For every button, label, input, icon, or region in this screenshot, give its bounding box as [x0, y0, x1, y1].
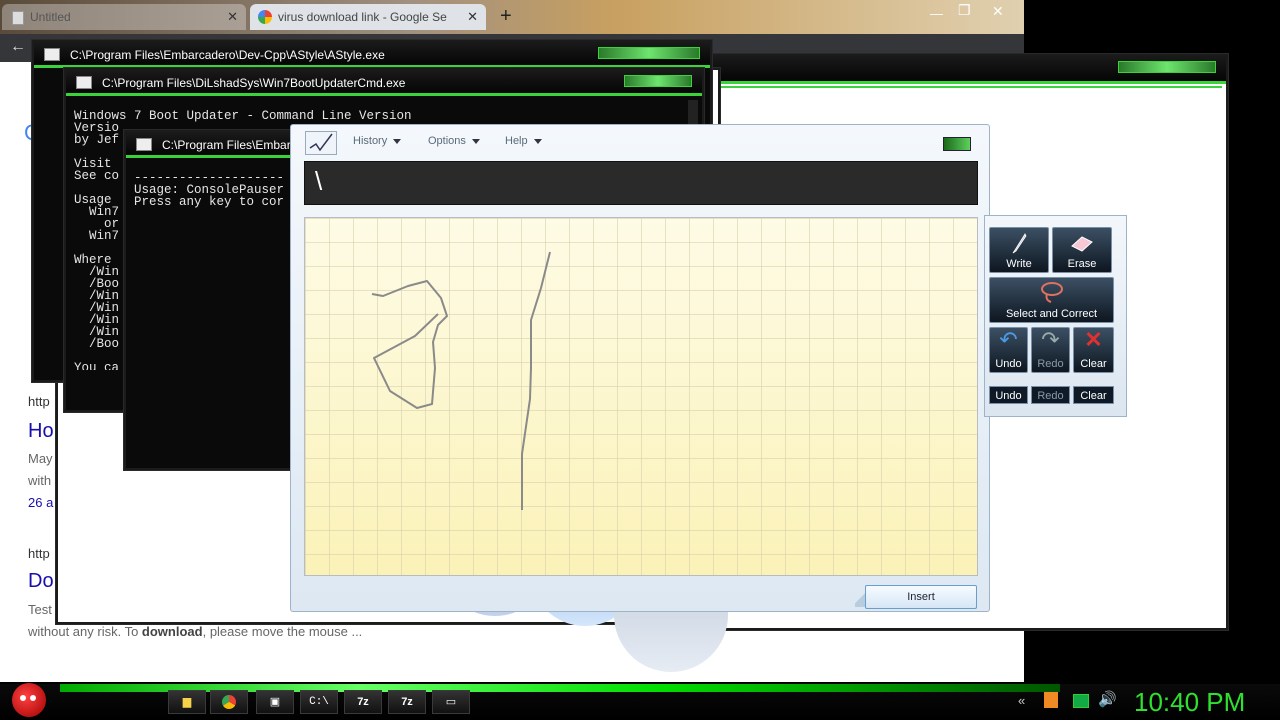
redo-button[interactable]: ↷ Redo — [1031, 327, 1070, 373]
window-controls[interactable] — [624, 75, 692, 87]
start-button-angry-bird-icon[interactable] — [12, 683, 46, 717]
result-title[interactable]: Ho — [28, 420, 54, 443]
7z-icon: 7z — [357, 696, 369, 708]
desc-text: , please move the mouse ... — [202, 624, 363, 639]
console-icon: C:\ — [309, 696, 329, 708]
tablet-input-panel: History Options Help \ Insert — [290, 124, 990, 612]
redo-icon: ↷ — [1041, 327, 1060, 352]
taskbar-7zip-2[interactable]: 7z — [388, 690, 426, 714]
result-desc: without any risk. To download, please mo… — [28, 624, 362, 639]
close-panel-button[interactable] — [943, 137, 971, 151]
new-tab-button[interactable]: + — [500, 5, 512, 28]
menu-history[interactable]: History — [353, 135, 402, 147]
result-meta: with — [28, 473, 52, 488]
undo-icon: ↶ — [999, 327, 1018, 352]
taskbar-explorer[interactable]: ▆ — [168, 690, 206, 714]
write-label: Write — [1006, 258, 1032, 270]
handwriting-icon[interactable] — [305, 131, 337, 155]
window-controls[interactable] — [598, 47, 700, 59]
writing-pad[interactable] — [304, 217, 978, 576]
menu-label: History — [353, 135, 388, 147]
minimize-icon[interactable]: — — [930, 6, 943, 21]
back-icon[interactable]: ← — [10, 38, 26, 56]
result-meta: May — [28, 451, 53, 466]
taskbar-remote[interactable]: ▣ — [256, 690, 294, 714]
close-window-icon[interactable]: ✕ — [992, 3, 1004, 20]
clear-x-icon: ✕ — [1084, 327, 1103, 352]
window-icon: ▭ — [445, 696, 457, 708]
recognition-preview[interactable]: \ — [304, 161, 978, 205]
pen-icon — [1012, 233, 1027, 254]
redo-label: Redo — [1037, 358, 1064, 370]
small-redo-button[interactable]: Redo — [1031, 386, 1070, 404]
taskbar-cmd[interactable]: C:\ — [300, 690, 338, 714]
small-undo-button[interactable]: Undo — [989, 386, 1028, 404]
chrome-icon — [211, 691, 247, 713]
google-icon — [258, 10, 272, 24]
chevron-down-icon — [533, 138, 542, 144]
window-titlebar — [702, 56, 1226, 84]
console-icon — [44, 48, 60, 61]
taskbar-7zip[interactable]: 7z — [344, 690, 382, 714]
result-url[interactable]: http — [28, 394, 50, 409]
chrome-tab-bar: Untitled ✕ virus download link - Google … — [0, 0, 1024, 34]
7z-icon: 7z — [401, 696, 413, 708]
undo-label: Undo — [995, 358, 1022, 370]
chevron-down-icon — [471, 138, 480, 144]
menu-label: Options — [428, 135, 466, 147]
tray-battery-icon[interactable] — [1073, 694, 1089, 708]
restore-icon[interactable]: ❐ — [958, 2, 971, 19]
page-icon — [12, 11, 24, 25]
clear-label: Clear — [1080, 358, 1107, 370]
close-icon[interactable]: ✕ — [227, 4, 238, 30]
taskbar-window[interactable]: ▭ — [432, 690, 470, 714]
select-and-correct-button[interactable]: Select and Correct — [989, 277, 1114, 323]
erase-button[interactable]: Erase — [1052, 227, 1112, 273]
chevron-down-icon — [393, 138, 402, 144]
desc-text: without any risk. To — [28, 624, 142, 639]
preview-text: \ — [315, 166, 323, 196]
undo-button[interactable]: ↶ Undo — [989, 327, 1028, 373]
select-correct-label: Select and Correct — [1005, 308, 1098, 320]
tab-google-search[interactable]: virus download link - Google Se ✕ — [250, 4, 486, 30]
menu-help[interactable]: Help — [505, 135, 542, 147]
tool-panel: Write Erase Select and Correct ↶ Undo ↷ … — [984, 215, 1127, 417]
close-icon[interactable]: ✕ — [467, 4, 478, 30]
volume-icon[interactable]: 🔊 — [1098, 690, 1117, 708]
clear-button[interactable]: ✕ Clear — [1073, 327, 1114, 373]
window-titlebar: C:\Program Files\Embarcadero\Dev-Cpp\ASt… — [34, 42, 710, 68]
tab-title: virus download link - Google Se — [278, 10, 447, 24]
tray-chevron-icon[interactable]: « — [1018, 693, 1025, 708]
result-desc: Test — [28, 602, 52, 617]
lasso-icon — [1040, 282, 1063, 303]
taskbar-chrome[interactable] — [210, 690, 248, 714]
taskbar-clock[interactable]: 10:40 PM — [1134, 684, 1274, 720]
write-button[interactable]: Write — [989, 227, 1049, 273]
console-icon — [76, 76, 92, 89]
tab-untitled[interactable]: Untitled ✕ — [2, 4, 246, 30]
window-title: C:\Program Files\DiLshadSys\Win7BootUpda… — [102, 76, 406, 90]
folder-icon: ▆ — [182, 696, 192, 708]
window-title: C:\Program Files\Embarcadero\Dev-Cpp\ASt… — [70, 48, 385, 62]
eraser-icon — [1071, 236, 1093, 252]
erase-label: Erase — [1067, 258, 1097, 270]
result-meta: 26 a — [28, 495, 54, 510]
result-title[interactable]: Do — [28, 570, 54, 593]
insert-button[interactable]: Insert — [865, 585, 977, 609]
desc-bold: download — [141, 624, 203, 639]
ink-strokes — [371, 251, 551, 510]
result-url[interactable]: http — [28, 546, 50, 561]
menu-options[interactable]: Options — [428, 135, 480, 147]
tray-app-icon[interactable] — [1044, 692, 1058, 708]
console-icon — [136, 138, 152, 151]
console-output: -------------------- Usage: ConsolePause… — [134, 172, 285, 209]
window-titlebar: C:\Program Files\DiLshadSys\Win7BootUpda… — [66, 70, 702, 96]
tab-title: Untitled — [30, 10, 71, 24]
monitor-icon: ▣ — [269, 696, 281, 708]
window-controls[interactable] — [1118, 61, 1216, 73]
menu-label: Help — [505, 135, 528, 147]
small-clear-button[interactable]: Clear — [1073, 386, 1114, 404]
